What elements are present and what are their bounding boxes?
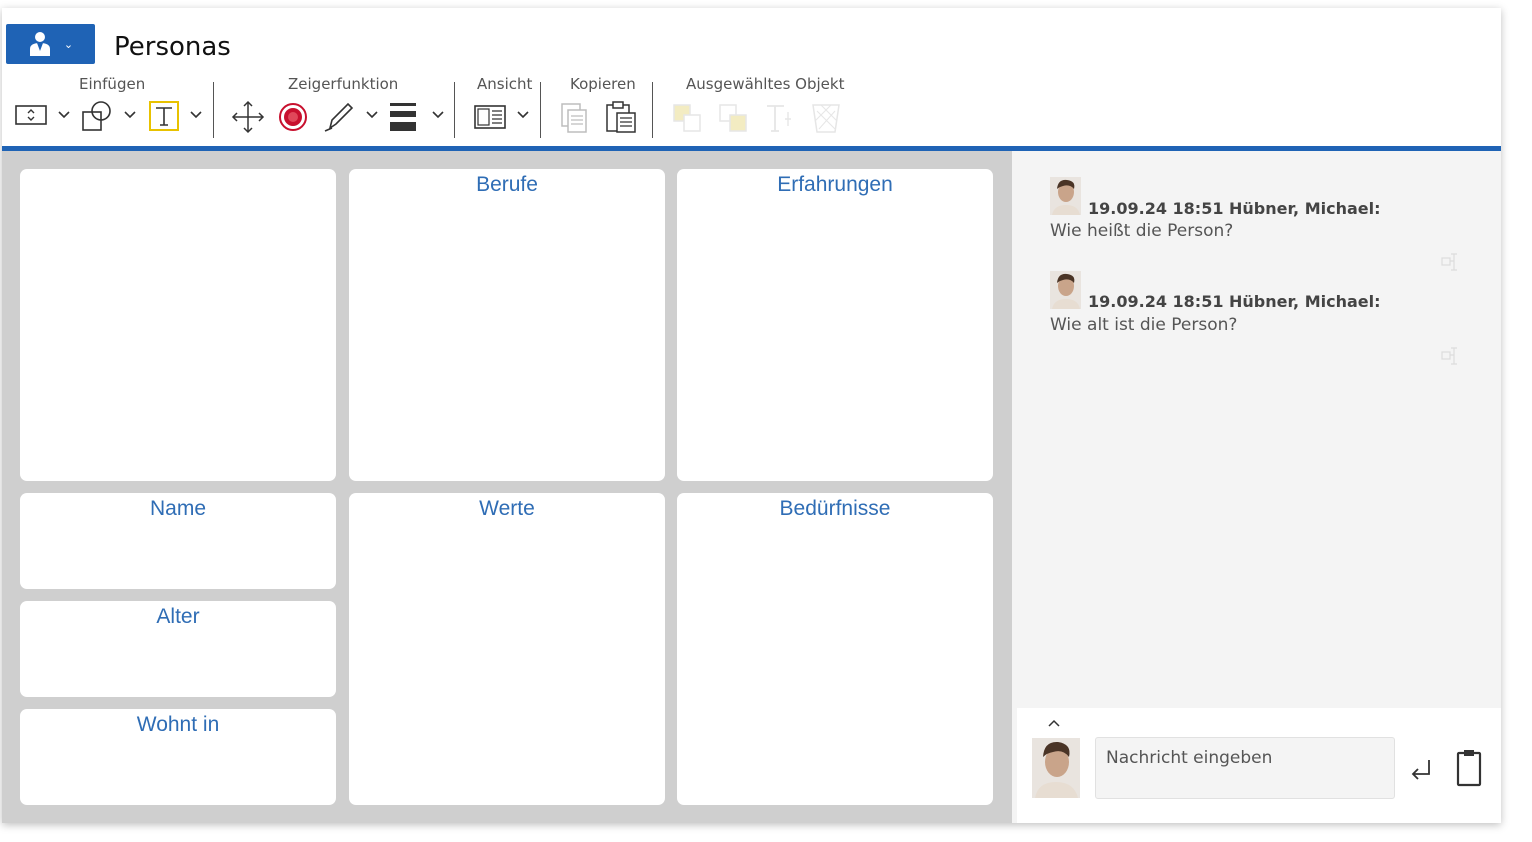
move-tool-button[interactable] xyxy=(231,100,265,134)
shapes-icon xyxy=(82,101,111,131)
enter-send-icon[interactable] xyxy=(1407,756,1435,784)
card-name[interactable]: Name xyxy=(20,493,336,589)
reply-pin-icon xyxy=(1441,253,1457,271)
chevron-down-icon[interactable] xyxy=(123,110,137,120)
avatar xyxy=(1032,738,1080,798)
card-wohnt-in[interactable]: Wohnt in xyxy=(20,709,336,805)
card-werte[interactable]: Werte xyxy=(349,493,665,805)
line-weight-icon xyxy=(390,103,416,131)
bring-to-front-button[interactable] xyxy=(670,102,704,134)
target-pointer-icon xyxy=(279,103,307,131)
chevron-down-icon[interactable] xyxy=(365,110,379,120)
chevron-down-icon: ⌄ xyxy=(63,37,74,51)
copy-icon xyxy=(561,103,587,133)
ribbon-separator xyxy=(213,82,214,138)
line-width-button[interactable] xyxy=(388,102,418,132)
chevron-down-icon[interactable] xyxy=(516,110,530,120)
copy-button[interactable] xyxy=(558,102,590,134)
group-label-copy: Kopieren xyxy=(570,75,636,93)
card-berufe[interactable]: Berufe xyxy=(349,169,665,481)
message-text: Wie heißt die Person? xyxy=(1050,221,1234,241)
message-meta: 19.09.24 18:51 Hübner, Michael: xyxy=(1088,199,1381,218)
clipboard-icon[interactable] xyxy=(1455,748,1483,788)
send-back-icon xyxy=(719,104,747,132)
laser-pointer-button[interactable] xyxy=(278,102,308,132)
card-erfahrungen-label: Erfahrungen xyxy=(777,173,893,196)
group-label-pointer: Zeigerfunktion xyxy=(288,75,399,93)
reply-pin-icon xyxy=(1441,347,1457,365)
message-action-button[interactable] xyxy=(1440,252,1462,276)
user-icon xyxy=(29,32,50,56)
card-berufe-label: Berufe xyxy=(476,173,538,196)
move-arrows-icon xyxy=(231,100,265,134)
user-menu-button[interactable]: ⌄ xyxy=(6,24,95,64)
card-wohnt-in-label: Wohnt in xyxy=(136,713,220,736)
edit-text-button[interactable] xyxy=(764,102,796,134)
insert-shape-button[interactable] xyxy=(80,100,116,132)
page-title: Personas xyxy=(114,32,231,62)
insert-text-button[interactable] xyxy=(148,100,180,132)
card-image-label xyxy=(20,169,336,173)
message-input[interactable]: Nachricht eingeben xyxy=(1095,737,1395,799)
card-name-label: Name xyxy=(149,497,207,520)
ribbon-separator xyxy=(540,82,541,138)
view-mode-button[interactable] xyxy=(473,104,507,130)
message-text: Wie alt ist die Person? xyxy=(1050,315,1238,335)
group-label-insert: Einfügen xyxy=(79,75,146,93)
card-erfahrungen[interactable]: Erfahrungen xyxy=(677,169,993,481)
card-image[interactable] xyxy=(20,169,336,481)
card-beduerfnisse[interactable]: Bedürfnisse xyxy=(677,493,993,805)
card-alter[interactable]: Alter xyxy=(20,601,336,697)
paste-button[interactable] xyxy=(604,100,638,134)
bring-front-icon xyxy=(673,104,701,132)
chevron-up-icon[interactable] xyxy=(1047,718,1061,728)
insert-frame-button[interactable] xyxy=(14,102,48,128)
chevron-down-icon[interactable] xyxy=(431,110,445,120)
view-layout-icon xyxy=(474,105,506,129)
card-beduerfnisse-label: Bedürfnisse xyxy=(779,497,891,520)
message-action-button[interactable] xyxy=(1440,346,1462,370)
pen-icon xyxy=(324,102,354,132)
persona-canvas[interactable]: Berufe Erfahrungen Name Werte Bedürfniss… xyxy=(2,151,1012,823)
group-label-view: Ansicht xyxy=(477,75,533,93)
frame-icon xyxy=(15,105,47,125)
ribbon-separator xyxy=(454,82,455,138)
app-window: ⌄ Personas Einfügen Zeigerfunktion Ansic… xyxy=(2,8,1501,823)
chat-composer: Nachricht eingeben xyxy=(1017,708,1501,823)
text-icon xyxy=(149,101,179,131)
delete-button[interactable] xyxy=(810,102,842,134)
paste-icon xyxy=(606,101,636,133)
card-werte-label: Werte xyxy=(479,497,535,520)
ribbon-separator xyxy=(652,82,653,138)
send-to-back-button[interactable] xyxy=(716,102,750,134)
text-cursor-icon xyxy=(767,105,791,132)
trash-icon xyxy=(812,104,840,133)
chevron-down-icon[interactable] xyxy=(57,110,71,120)
group-label-selected-object: Ausgewähltes Objekt xyxy=(686,75,845,93)
pen-tool-button[interactable] xyxy=(322,100,356,134)
avatar xyxy=(1050,177,1081,215)
chat-panel: 19.09.24 18:51 Hübner, Michael: Wie heiß… xyxy=(1012,151,1501,823)
avatar xyxy=(1050,271,1081,309)
message-meta: 19.09.24 18:51 Hübner, Michael: xyxy=(1088,292,1381,311)
card-alter-label: Alter xyxy=(156,605,200,628)
chevron-down-icon[interactable] xyxy=(189,110,203,120)
